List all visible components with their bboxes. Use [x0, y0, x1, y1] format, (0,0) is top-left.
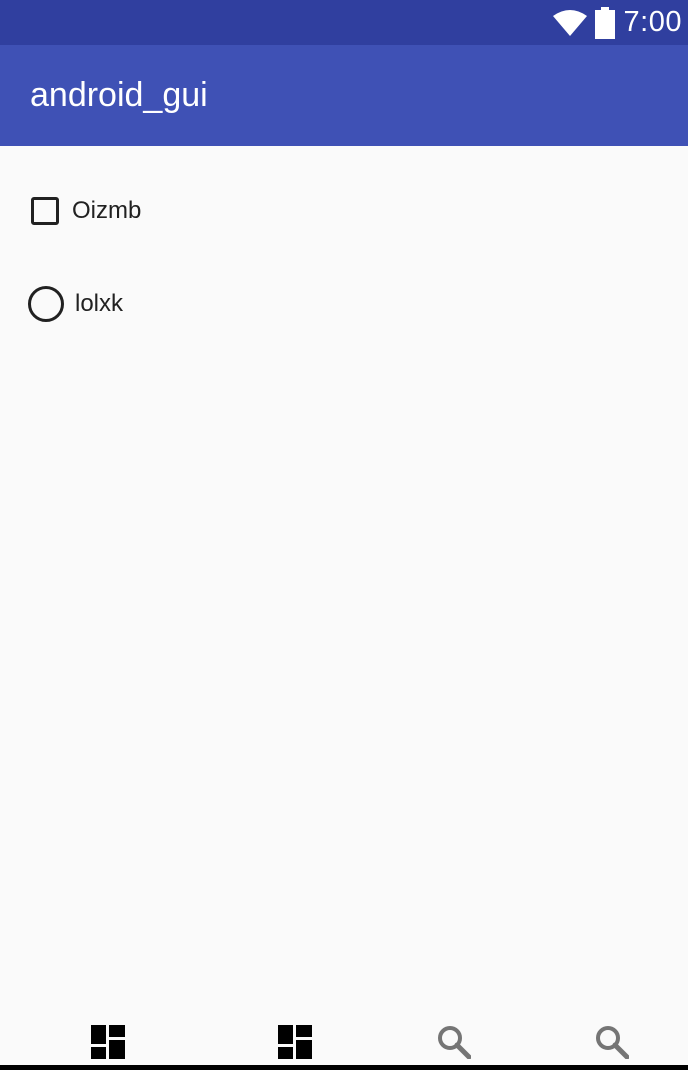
checkbox-unchecked-icon[interactable]: [31, 197, 59, 225]
status-icons: 7:00: [552, 0, 682, 45]
dashboard-icon: [278, 1024, 312, 1064]
main-content: Oizmb lolxk: [0, 146, 688, 1012]
search-icon: [437, 1025, 472, 1064]
battery-icon: [594, 6, 615, 39]
status-bar: 7:00: [0, 0, 688, 45]
nav-dashboard-button-1[interactable]: [88, 1024, 128, 1064]
radio-label: lolxk: [75, 290, 124, 317]
bottom-divider: [0, 1065, 688, 1070]
app-title: android_gui: [30, 76, 208, 114]
oizmb-checkbox[interactable]: Oizmb: [28, 191, 141, 231]
radio-unchecked-icon[interactable]: [28, 286, 64, 322]
search-icon: [595, 1025, 630, 1064]
status-clock: 7:00: [623, 6, 682, 38]
bottom-navigation: [0, 1012, 688, 1070]
dashboard-icon: [91, 1024, 125, 1064]
checkbox-label: Oizmb: [72, 197, 142, 224]
nav-dashboard-button-2[interactable]: [275, 1024, 315, 1064]
nav-search-button-2[interactable]: [592, 1025, 632, 1064]
app-bar: android_gui: [0, 45, 688, 146]
nav-search-button-1[interactable]: [434, 1025, 474, 1064]
lolxk-radio-button[interactable]: lolxk: [28, 284, 123, 324]
app-screen: 7:00 android_gui Oizmb lolxk: [0, 0, 688, 1070]
wifi-icon: [552, 9, 587, 36]
